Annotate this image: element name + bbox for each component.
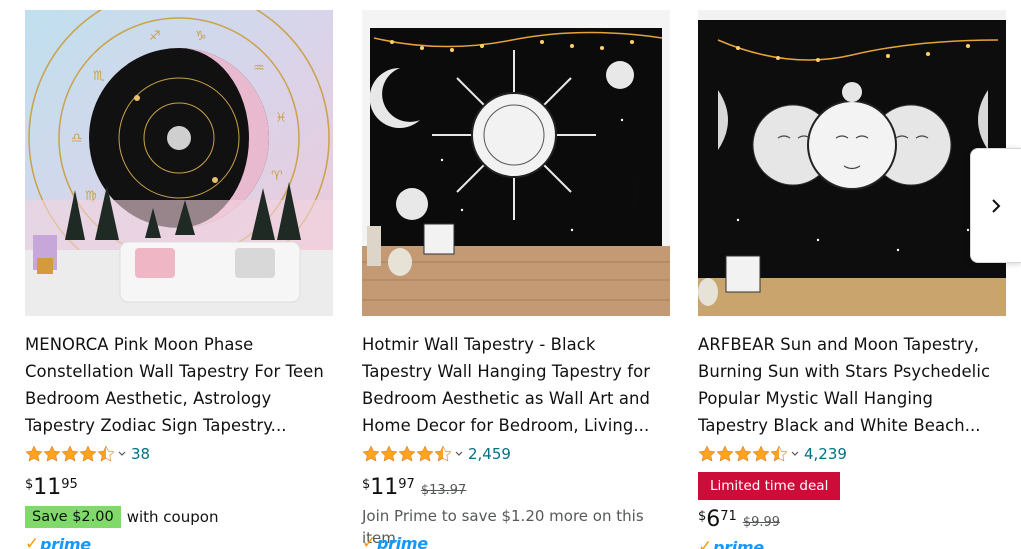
price-fraction: 71	[720, 509, 737, 524]
svg-text:♐: ♐	[149, 29, 161, 44]
review-count-link[interactable]: 2,459	[468, 445, 511, 463]
coupon-text: with coupon	[126, 508, 219, 526]
prime-label: prime	[712, 537, 764, 549]
coupon-row: Save $2.00 with coupon	[25, 506, 333, 528]
star-icon	[362, 445, 380, 463]
star-rating[interactable]	[362, 445, 466, 463]
price-whole: 6	[706, 507, 721, 532]
product-title[interactable]: MENORCA Pink Moon Phase Constellation Wa…	[25, 331, 333, 439]
price-symbol: $	[698, 509, 707, 524]
price-symbol: $	[25, 477, 34, 492]
star-icon	[61, 445, 79, 463]
price[interactable]: $ 11 97 $13.97	[362, 474, 670, 502]
review-count-link[interactable]: 38	[131, 445, 150, 463]
product-title[interactable]: Hotmir Wall Tapestry - Black Tapestry Wa…	[362, 331, 670, 439]
svg-text:♈: ♈	[271, 169, 283, 184]
review-count-link[interactable]: 4,239	[804, 445, 847, 463]
half-star-icon	[770, 445, 788, 463]
list-price: $9.99	[742, 515, 781, 530]
chevron-right-icon	[992, 198, 1001, 213]
half-star-icon	[97, 445, 115, 463]
price[interactable]: $ 11 95	[25, 474, 333, 502]
price[interactable]: $ 6 71 $9.99	[698, 506, 1006, 534]
chevron-down-icon	[789, 445, 801, 463]
star-icon	[25, 445, 43, 463]
prime-check-icon: ✓	[25, 534, 39, 549]
star-rating[interactable]	[698, 445, 802, 463]
three-faces-tapestry-image	[698, 10, 1006, 316]
product-title[interactable]: ARFBEAR Sun and Moon Tapestry, Burning S…	[698, 331, 1006, 439]
price-fraction: 95	[61, 477, 78, 492]
star-icon	[734, 445, 752, 463]
star-icon	[716, 445, 734, 463]
star-rating[interactable]	[25, 445, 129, 463]
product-image-link[interactable]: ♐ ♑ ♒ ♓ ♈ ♏ ♎ ♍	[25, 10, 333, 316]
svg-text:♎: ♎	[71, 131, 83, 146]
price-symbol: $	[362, 477, 371, 492]
star-icon	[79, 445, 97, 463]
product-image-link[interactable]	[698, 10, 1006, 316]
price-fraction: 97	[398, 477, 415, 492]
half-star-icon	[434, 445, 452, 463]
product-card: Hotmir Wall Tapestry - Black Tapestry Wa…	[362, 10, 670, 549]
svg-text:♏: ♏	[93, 69, 105, 84]
prime-badge: ✓ prime	[698, 536, 1006, 549]
coupon-badge: Save $2.00	[25, 506, 121, 528]
join-prime-text: Join Prime to save $1.20 more on this it…	[362, 507, 644, 547]
star-icon	[416, 445, 434, 463]
star-icon	[752, 445, 770, 463]
rating-row: 2,459	[362, 442, 670, 466]
chevron-down-icon	[453, 445, 465, 463]
price-whole: 11	[370, 475, 399, 500]
limited-time-deal-badge: Limited time deal	[698, 472, 841, 500]
prime-check-icon: ✓	[698, 537, 712, 549]
prime-label: prime	[376, 533, 428, 549]
rating-row: 38	[25, 442, 333, 466]
product-card: ♐ ♑ ♒ ♓ ♈ ♏ ♎ ♍ MENORCA Pink Moon Phase Const…	[25, 10, 333, 549]
price-whole: 11	[33, 475, 62, 500]
svg-text:♒: ♒	[253, 61, 265, 76]
star-icon	[43, 445, 61, 463]
chevron-down-icon	[116, 445, 128, 463]
svg-text:♓: ♓	[275, 111, 287, 126]
prime-badge: ✓ prime	[362, 532, 670, 549]
prime-label: prime	[39, 534, 91, 549]
sun-moon-tapestry-image	[362, 10, 670, 316]
prime-check-icon: ✓	[362, 533, 376, 549]
list-price: $13.97	[420, 483, 467, 498]
star-icon	[398, 445, 416, 463]
product-card: ARFBEAR Sun and Moon Tapestry, Burning S…	[698, 10, 1006, 549]
product-image-link[interactable]	[362, 10, 670, 316]
star-icon	[698, 445, 716, 463]
prime-badge: ✓ prime	[25, 533, 333, 549]
svg-text:♑: ♑	[195, 29, 207, 44]
carousel-next-button[interactable]	[970, 148, 1021, 263]
rating-row: 4,239	[698, 442, 1006, 466]
moon-phase-tapestry-image: ♐ ♑♒ ♓♈♏ ♎♍	[25, 10, 333, 316]
star-icon	[380, 445, 398, 463]
